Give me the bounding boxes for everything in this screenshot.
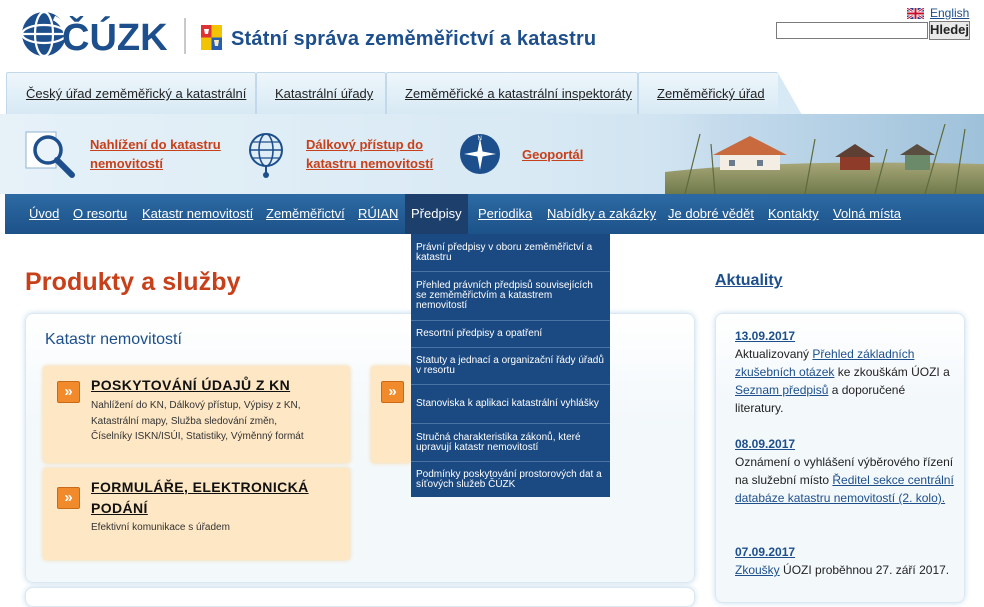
card-description: Nahlížení do KN, Dálkový přístup, Výpisy… <box>91 400 304 442</box>
quick-link-label: Geoportál <box>522 146 584 162</box>
dropdown-item[interactable]: Přehled právních předpisů souvisejících … <box>411 271 610 320</box>
page-title: Produkty a služby <box>25 268 241 296</box>
news-date[interactable]: 13.09.2017 <box>735 327 955 345</box>
dropdown-item[interactable]: Podmínky poskytování prostorových dat a … <box>411 461 610 497</box>
card-formulare[interactable]: » FORMULÁŘE, ELEKTRONICKÁ PODÁNÍ Efektiv… <box>43 468 350 560</box>
header: ČÚZK Státní správa zeměměřictví a katast… <box>0 0 984 72</box>
card-description: Efektivní komunikace s úřadem <box>91 522 230 533</box>
language-switch[interactable]: English <box>907 6 969 20</box>
nav-nabidky-a-zakazky[interactable]: Nabídky a zakázky <box>547 194 656 234</box>
tab-label: Katastrální úřady <box>275 86 374 101</box>
tab-zememericky-urad[interactable]: Zeměměřický úřad <box>638 72 802 115</box>
nav-zememerictvi[interactable]: Zeměměřictví <box>266 194 345 234</box>
dropdown-item[interactable]: Stanoviska k aplikaci katastrální vyhláš… <box>411 384 610 423</box>
tab-fold <box>778 73 802 115</box>
news-date[interactable]: 07.09.2017 <box>735 543 955 561</box>
nav-o-resortu[interactable]: O resortu <box>73 194 127 234</box>
search-input[interactable] <box>776 22 928 39</box>
news-text: ke zkouškám ÚOZI a <box>834 365 950 379</box>
nav-volna-mista[interactable]: Volná místa <box>833 194 901 234</box>
nav-uvod[interactable]: Úvod <box>29 194 59 234</box>
header-divider <box>184 18 186 54</box>
section-title: Katastr nemovitostí <box>45 331 182 348</box>
quick-link-dalkovy-pristup[interactable]: Dálkový přístup do katastru nemovitostí <box>240 128 433 180</box>
double-arrow-icon: » <box>57 487 80 509</box>
nav-katastr-nemovitosti[interactable]: Katastr nemovitostí <box>142 194 253 234</box>
english-link[interactable]: English <box>930 6 969 20</box>
tab-label: Český úřad zeměměřický a katastrální <box>26 86 247 101</box>
tab-inspektoraty[interactable]: Zeměměřické a katastrální inspektoráty <box>386 72 638 114</box>
globe-icon <box>240 128 296 180</box>
quick-link-geoportal[interactable]: N Geoportál <box>456 128 583 180</box>
cuzk-logo[interactable]: ČÚZK <box>18 8 178 60</box>
compass-icon: N <box>456 128 512 180</box>
news-item: 13.09.2017 Aktualizovaný Přehled základn… <box>735 327 955 417</box>
card-poskytovani-udaju[interactable]: » POSKYTOVÁNÍ ÚDAJŮ Z KN Nahlížení do KN… <box>43 366 350 463</box>
card-title[interactable]: POSKYTOVÁNÍ ÚDAJŮ Z KN <box>91 375 290 396</box>
news-link[interactable]: Seznam předpisů <box>735 383 828 397</box>
dropdown-item[interactable]: Resortní předpisy a opatření <box>411 320 610 347</box>
quick-link-label: Dálkový přístup do katastru nemovitostí <box>306 137 434 171</box>
nav-kontakty[interactable]: Kontakty <box>768 194 819 234</box>
search-button[interactable]: Hledej <box>929 21 970 40</box>
news-item: 07.09.2017 Zkoušky ÚOZI proběhnou 27. zá… <box>735 543 955 579</box>
tab-katastralni-urady[interactable]: Katastrální úřady <box>256 72 386 114</box>
logo-text: ČÚZK <box>62 14 168 59</box>
tab-label: Zeměměřický úřad <box>657 86 765 101</box>
main-navigation: Úvod O resortu Katastr nemovitostí Zeměm… <box>5 194 984 234</box>
banner-landscape-photo <box>625 114 984 194</box>
coat-of-arms-icon <box>201 25 222 50</box>
nav-ruian[interactable]: RÚIAN <box>358 194 398 234</box>
organization-tabs: Zeměměřický úřad Zeměměřické a katastrál… <box>0 72 984 115</box>
card-title[interactable]: FORMULÁŘE, ELEKTRONICKÁ PODÁNÍ <box>91 477 309 519</box>
magnifier-icon <box>24 128 80 180</box>
dropdown-item[interactable]: Statuty a jednací a organizační řády úřa… <box>411 347 610 384</box>
nav-je-dobre-vedet[interactable]: Je dobré vědět <box>668 194 754 234</box>
news-text: Aktualizovaný <box>735 347 813 361</box>
news-link[interactable]: Zkoušky <box>735 563 780 577</box>
double-arrow-icon: » <box>381 381 404 403</box>
double-arrow-icon: » <box>57 381 80 403</box>
dropdown-item[interactable]: Právní předpisy v oboru zeměměřictví a k… <box>411 234 610 271</box>
predpisy-dropdown-menu: Právní předpisy v oboru zeměměřictví a k… <box>411 234 610 497</box>
dropdown-item[interactable]: Stručná charakteristika zákonů, které up… <box>411 423 610 461</box>
next-section-box <box>25 587 695 607</box>
tab-label: Zeměměřické a katastrální inspektoráty <box>405 86 632 101</box>
card-partial[interactable]: » <box>371 366 411 463</box>
tab-cuzk[interactable]: Český úřad zeměměřický a katastrální <box>6 72 256 114</box>
news-item: 08.09.2017 Oznámení o vyhlášení výběrové… <box>735 435 955 507</box>
news-text: ÚOZI proběhnou 27. září 2017. <box>779 563 950 577</box>
news-date[interactable]: 08.09.2017 <box>735 435 955 453</box>
quick-link-label: Nahlížení do katastru nemovitostí <box>90 137 221 171</box>
quick-link-nahlizeni[interactable]: Nahlížení do katastru nemovitostí <box>24 128 221 180</box>
quick-links-banner: Nahlížení do katastru nemovitostí Dálkov… <box>0 114 984 194</box>
svg-text:N: N <box>478 136 482 142</box>
site-title: Státní správa zeměměřictví a katastru <box>231 28 597 50</box>
nav-periodika[interactable]: Periodika <box>478 194 532 234</box>
nav-predpisy[interactable]: Předpisy <box>405 194 468 234</box>
uk-flag-icon <box>907 7 924 19</box>
news-heading[interactable]: Aktuality <box>715 272 783 290</box>
